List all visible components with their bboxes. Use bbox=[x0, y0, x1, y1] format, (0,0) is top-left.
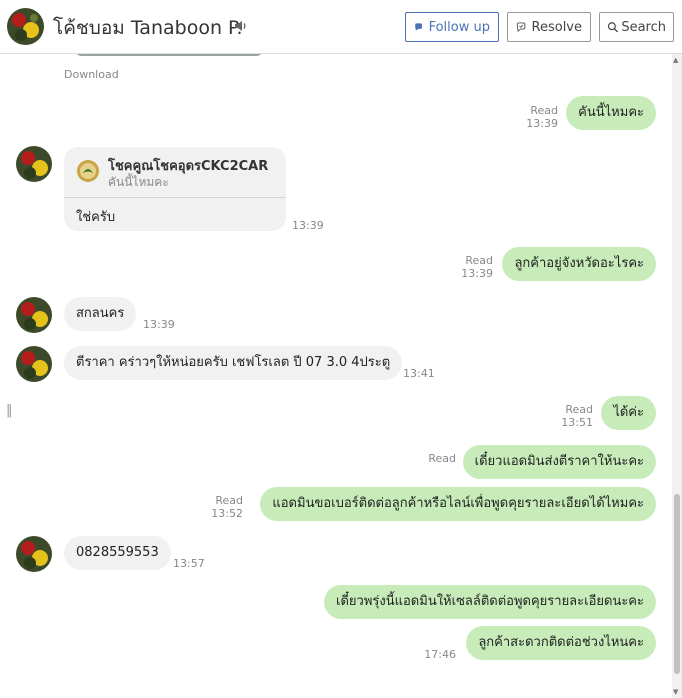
message-time: 13:39 bbox=[143, 318, 175, 331]
message-meta: Read 13:39 bbox=[526, 104, 558, 130]
message-time: 17:46 bbox=[424, 648, 456, 661]
resize-handle[interactable]: ‖ bbox=[6, 403, 13, 418]
resolve-label: Resolve bbox=[531, 19, 582, 35]
quoted-text: คันนี้ไหมคะ bbox=[108, 175, 169, 189]
incoming-message[interactable]: 0828559553 bbox=[64, 536, 171, 570]
scroll-up-icon[interactable]: ▲ bbox=[673, 56, 678, 64]
resolve-button[interactable]: Resolve bbox=[507, 12, 591, 42]
contact-avatar[interactable] bbox=[7, 8, 44, 45]
follow-up-button[interactable]: Follow up bbox=[405, 12, 499, 42]
contact-avatar[interactable] bbox=[16, 536, 52, 572]
contact-avatar[interactable] bbox=[16, 346, 52, 382]
message-meta: Read 13:52 bbox=[211, 494, 243, 520]
search-label: Search bbox=[621, 19, 666, 35]
incoming-message[interactable]: สกลนคร bbox=[64, 297, 137, 331]
follow-up-label: Follow up bbox=[428, 19, 490, 35]
message-meta: Read 13:39 bbox=[461, 254, 493, 280]
search-icon bbox=[607, 22, 618, 33]
message-time: 13:52 bbox=[211, 507, 243, 520]
contact-avatar[interactable] bbox=[16, 297, 52, 333]
chat-header: โค้ชบอม Tanaboon P. Follow up Resolve Se… bbox=[0, 0, 682, 54]
search-button[interactable]: Search bbox=[599, 12, 674, 42]
message-time: 13:57 bbox=[173, 557, 205, 570]
scroll-down-icon[interactable]: ▼ bbox=[673, 688, 678, 696]
previous-image-message[interactable] bbox=[74, 54, 264, 56]
scrollbar[interactable]: ▲ ▼ bbox=[672, 54, 682, 698]
message-list[interactable]: Download Read 13:39 คันนี้ไหมคะ โชคคูณโช… bbox=[0, 54, 682, 698]
message-time: 13:41 bbox=[403, 367, 435, 380]
read-status: Read bbox=[215, 494, 243, 507]
resolve-icon bbox=[516, 22, 526, 33]
read-status: Read bbox=[565, 403, 593, 416]
outgoing-message[interactable]: แอดมินขอเบอร์ติดต่อลูกค้าหรือไลน์เพื่อพู… bbox=[260, 487, 656, 521]
scrollbar-thumb[interactable] bbox=[674, 494, 680, 674]
account-logo-icon bbox=[77, 160, 99, 182]
message-meta: 17:46 bbox=[424, 648, 456, 661]
speaker-icon[interactable] bbox=[233, 18, 249, 34]
read-status: Read bbox=[530, 104, 558, 117]
outgoing-message[interactable]: เดี๋ยวพรุ่งนี้แอดมินให้เซลล์ติดต่อพูดคุย… bbox=[324, 585, 656, 619]
message-time: 13:39 bbox=[461, 267, 493, 280]
follow-up-icon bbox=[415, 23, 422, 31]
incoming-message[interactable]: ตีราคา คร่าวๆให้หน่อยครับ เชฟโรเลต ปี 07… bbox=[64, 346, 403, 380]
quoted-message[interactable]: โชคคูณโชคอุดรCKC2CAR คันนี้ไหมคะ bbox=[64, 147, 286, 198]
outgoing-message[interactable]: คันนี้ไหมคะ bbox=[566, 96, 656, 130]
message-time: 13:39 bbox=[292, 219, 324, 232]
reply-text: ใช่ครับ bbox=[76, 210, 116, 225]
contact-avatar[interactable] bbox=[16, 146, 52, 182]
outgoing-message[interactable]: ได้ค่ะ bbox=[601, 396, 656, 430]
contact-name: โค้ชบอม Tanaboon P. bbox=[53, 17, 243, 39]
reply-message[interactable]: โชคคูณโชคอุดรCKC2CAR คันนี้ไหมคะ ใช่ครับ bbox=[64, 147, 286, 231]
read-status: Read bbox=[428, 452, 456, 465]
outgoing-message[interactable]: ลูกค้าอยู่จังหวัดอะไรคะ bbox=[502, 247, 656, 281]
download-link[interactable]: Download bbox=[64, 68, 119, 81]
read-status: Read bbox=[465, 254, 493, 267]
message-time: 13:39 bbox=[526, 117, 558, 130]
outgoing-message[interactable]: ลูกค้าสะดวกติดต่อช่วงไหนคะ bbox=[466, 626, 656, 660]
message-time: 13:51 bbox=[561, 416, 593, 429]
message-meta: Read bbox=[428, 452, 456, 465]
outgoing-message[interactable]: เดี๋ยวแอดมินส่งตีราคาให้นะคะ bbox=[462, 445, 656, 479]
message-meta: Read 13:51 bbox=[561, 403, 593, 429]
